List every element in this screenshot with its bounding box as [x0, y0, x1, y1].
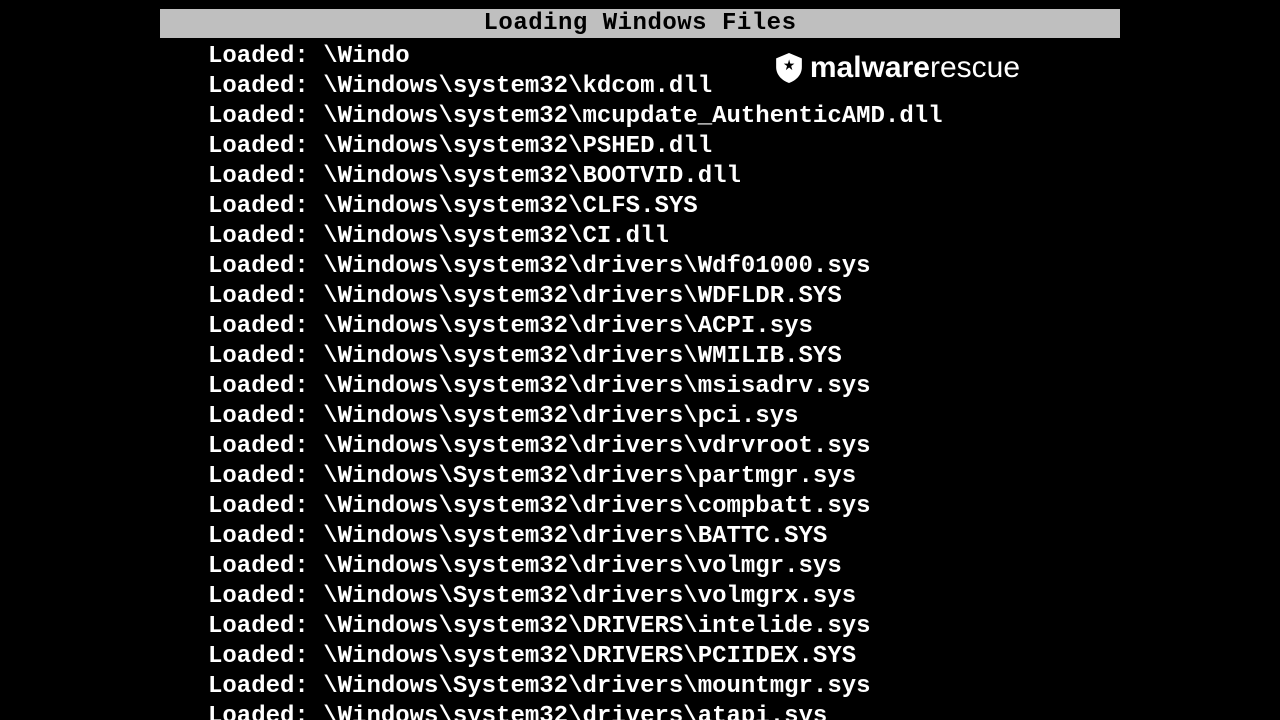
loaded-path: \Windows\system32\drivers\BATTC.SYS: [309, 523, 827, 550]
loaded-path: \Windows\system32\drivers\volmgr.sys: [309, 553, 842, 580]
loaded-line: Loaded: \Windows\system32\CLFS.SYS: [208, 192, 1120, 222]
loaded-line: Loaded: \Windows\system32\drivers\volmgr…: [208, 552, 1120, 582]
title-bar: Loading Windows Files: [160, 9, 1120, 38]
loaded-label: Loaded:: [208, 252, 309, 282]
loaded-line: Loaded: \Windows\system32\drivers\msisad…: [208, 372, 1120, 402]
loaded-label: Loaded:: [208, 42, 309, 72]
loaded-label: Loaded:: [208, 522, 309, 552]
loaded-line: Loaded: \Windows\system32\CI.dll: [208, 222, 1120, 252]
loaded-line: Loaded: \Windows\system32\PSHED.dll: [208, 132, 1120, 162]
loaded-path: \Windows\System32\drivers\partmgr.sys: [309, 463, 856, 490]
loaded-path: \Windows\system32\PSHED.dll: [309, 133, 712, 160]
loaded-path: \Windows\system32\drivers\vdrvroot.sys: [309, 433, 871, 460]
loaded-line: Loaded: \Windows\system32\mcupdate_Authe…: [208, 102, 1120, 132]
loaded-path: \Windows\System32\drivers\volmgrx.sys: [309, 583, 856, 610]
loaded-path: \Windows\system32\BOOTVID.dll: [309, 163, 741, 190]
loaded-label: Loaded:: [208, 312, 309, 342]
loaded-path: \Windo: [309, 43, 410, 70]
loaded-line: Loaded: \Windows\system32\drivers\Wdf010…: [208, 252, 1120, 282]
loaded-label: Loaded:: [208, 642, 309, 672]
loaded-label: Loaded:: [208, 222, 309, 252]
loaded-label: Loaded:: [208, 342, 309, 372]
loaded-path: \Windows\system32\drivers\compbatt.sys: [309, 493, 871, 520]
loaded-label: Loaded:: [208, 192, 309, 222]
loaded-line: Loaded: \Windows\system32\BOOTVID.dll: [208, 162, 1120, 192]
loaded-label: Loaded:: [208, 102, 309, 132]
loaded-label: Loaded:: [208, 402, 309, 432]
loaded-path: \Windows\system32\CLFS.SYS: [309, 193, 698, 220]
loaded-line: Loaded: \Windows\system32\drivers\pci.sy…: [208, 402, 1120, 432]
loaded-path: \Windows\system32\mcupdate_AuthenticAMD.…: [309, 103, 943, 130]
loaded-label: Loaded:: [208, 72, 309, 102]
loaded-path: \Windows\system32\drivers\atapi.sys: [309, 703, 827, 720]
loaded-path: \Windows\system32\CI.dll: [309, 223, 669, 250]
loaded-path: \Windows\system32\drivers\ACPI.sys: [309, 313, 813, 340]
loaded-path: \Windows\System32\drivers\mountmgr.sys: [309, 673, 871, 700]
boot-screen: Loading Windows Files malwarerescue Load…: [160, 9, 1120, 720]
loaded-path: \Windows\system32\drivers\WDFLDR.SYS: [309, 283, 842, 310]
loaded-path: \Windows\system32\drivers\msisadrv.sys: [309, 373, 871, 400]
loaded-line: Loaded: \Windows\System32\drivers\mountm…: [208, 672, 1120, 702]
loaded-label: Loaded:: [208, 552, 309, 582]
loaded-label: Loaded:: [208, 702, 309, 720]
loaded-line: Loaded: \Windows\system32\drivers\WDFLDR…: [208, 282, 1120, 312]
loaded-label: Loaded:: [208, 492, 309, 522]
loaded-files-list: Loaded: \WindoLoaded: \Windows\system32\…: [160, 38, 1120, 720]
loaded-path: \Windows\system32\drivers\WMILIB.SYS: [309, 343, 842, 370]
loaded-line: Loaded: \Windows\system32\DRIVERS\PCIIDE…: [208, 642, 1120, 672]
loaded-line: Loaded: \Windows\system32\drivers\WMILIB…: [208, 342, 1120, 372]
loaded-line: Loaded: \Windows\system32\kdcom.dll: [208, 72, 1120, 102]
loaded-line: Loaded: \Windows\system32\drivers\vdrvro…: [208, 432, 1120, 462]
loaded-line: Loaded: \Windows\system32\drivers\BATTC.…: [208, 522, 1120, 552]
loaded-line: Loaded: \Windows\System32\drivers\partmg…: [208, 462, 1120, 492]
loaded-line: Loaded: \Windows\system32\drivers\compba…: [208, 492, 1120, 522]
loaded-path: \Windows\system32\DRIVERS\intelide.sys: [309, 613, 871, 640]
loaded-label: Loaded:: [208, 372, 309, 402]
loaded-label: Loaded:: [208, 612, 309, 642]
loaded-line: Loaded: \Windows\system32\drivers\ACPI.s…: [208, 312, 1120, 342]
loaded-line: Loaded: \Windo: [208, 42, 1120, 72]
loaded-path: \Windows\system32\DRIVERS\PCIIDEX.SYS: [309, 643, 856, 670]
loaded-line: Loaded: \Windows\system32\drivers\atapi.…: [208, 702, 1120, 720]
loaded-label: Loaded:: [208, 672, 309, 702]
loaded-label: Loaded:: [208, 582, 309, 612]
loaded-label: Loaded:: [208, 432, 309, 462]
loaded-label: Loaded:: [208, 162, 309, 192]
loaded-path: \Windows\system32\kdcom.dll: [309, 73, 712, 100]
loaded-label: Loaded:: [208, 462, 309, 492]
loaded-line: Loaded: \Windows\system32\DRIVERS\inteli…: [208, 612, 1120, 642]
loaded-label: Loaded:: [208, 282, 309, 312]
loaded-path: \Windows\system32\drivers\pci.sys: [309, 403, 799, 430]
loaded-path: \Windows\system32\drivers\Wdf01000.sys: [309, 253, 871, 280]
loaded-line: Loaded: \Windows\System32\drivers\volmgr…: [208, 582, 1120, 612]
loaded-label: Loaded:: [208, 132, 309, 162]
